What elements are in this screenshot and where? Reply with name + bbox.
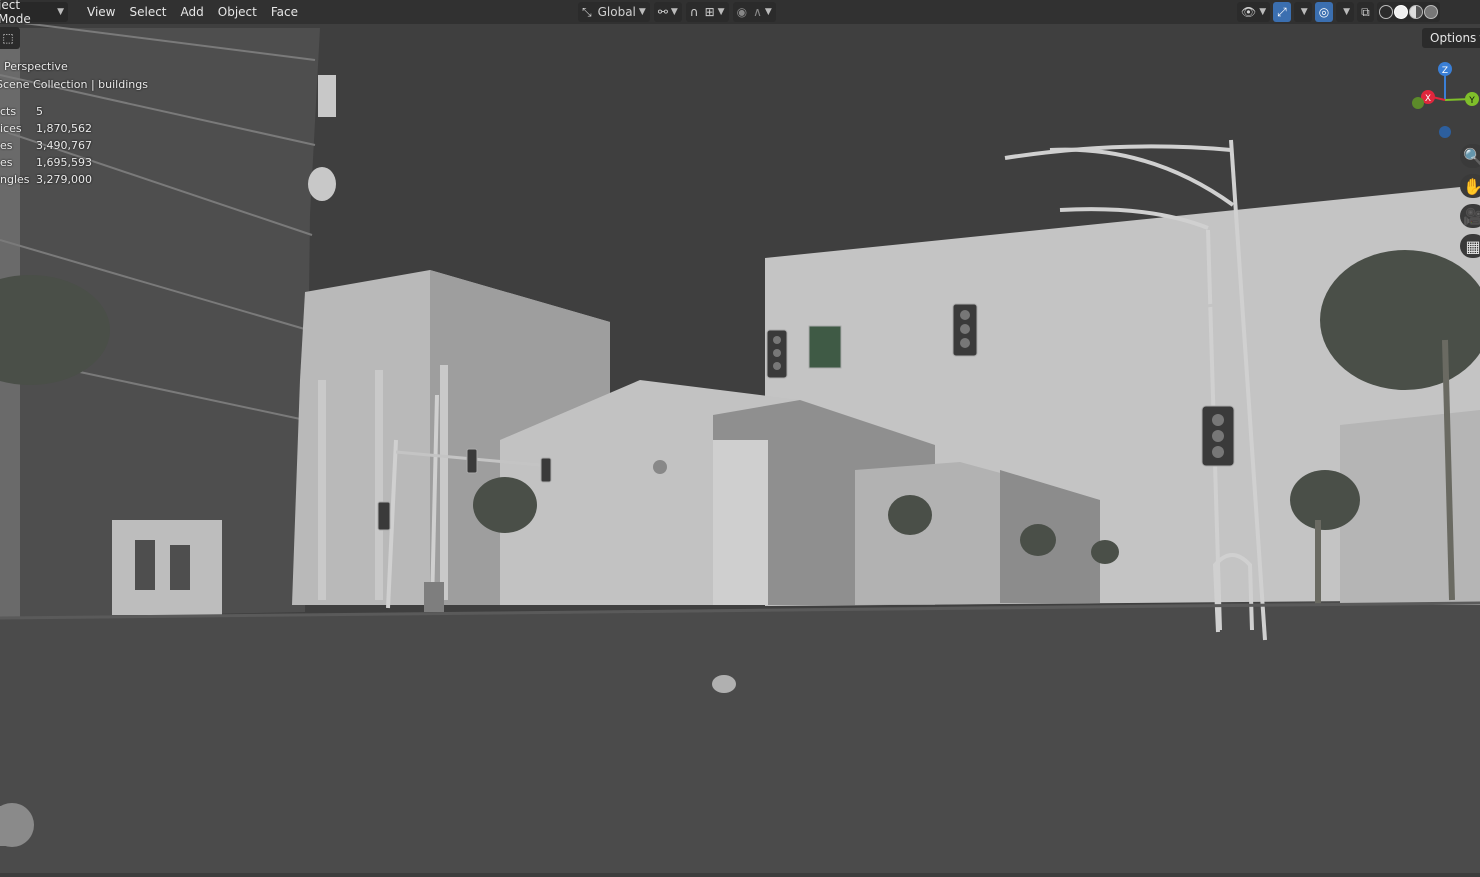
scene-render <box>0 0 1480 873</box>
stat-label: ngles <box>0 173 30 186</box>
stat-row-edges: es 3,490,767 <box>0 137 148 154</box>
overlay-icon: ◎ <box>1318 5 1330 19</box>
camera-icon: 🎥 <box>1463 206 1480 226</box>
chevron-down-icon: ▼ <box>638 7 646 17</box>
zoom-button[interactable]: 🔍 <box>1460 144 1480 168</box>
options-dropdown[interactable]: Options ▾ <box>1422 28 1480 48</box>
rendered-shading-icon[interactable] <box>1423 5 1438 19</box>
scene-statistics: cts 5 ices 1,870,562 es 3,490,767 es 1,6… <box>0 103 148 188</box>
gizmo-x-label: X <box>1425 94 1431 104</box>
overlay-toggle[interactable]: ◎ <box>1314 2 1334 22</box>
viewport-navigation: 🔍 ✋ 🎥 ▦ <box>1460 144 1480 258</box>
stat-row-vertices: ices 1,870,562 <box>0 120 148 137</box>
gizmo-y-label: Y <box>1468 96 1475 106</box>
select-box-icon: ⬚ <box>2 31 14 45</box>
material-preview-icon[interactable] <box>1408 5 1423 19</box>
zoom-icon: 🔍 <box>1463 146 1480 166</box>
select-box-tool[interactable]: ⬚ <box>0 27 20 49</box>
options-label: Options <box>1430 31 1477 45</box>
visibility-dropdown[interactable]: 👁 ▼ <box>1237 2 1271 22</box>
mode-dropdown[interactable]: ject Mode ▼ <box>0 0 68 26</box>
3d-viewport[interactable] <box>0 0 1480 873</box>
gizmo-toggle-icon: ⤢ <box>1277 4 1287 19</box>
chevron-down-icon: ▼ <box>1343 7 1351 17</box>
snap-target-icon: ⊞ <box>704 5 715 19</box>
pivot-icon: ⚯ <box>657 5 668 19</box>
transform-tools: ⤡ Global ▼ ⚯ ▼ ∩ ⊞ ▼ ◉ ∧ ▼ <box>578 2 776 22</box>
chevron-down-icon: ▼ <box>717 7 725 17</box>
menu-face[interactable]: Face <box>264 5 305 19</box>
visibility-icon: 👁 <box>1241 5 1257 19</box>
viewport-info-overlay: Perspective Scene Collection | buildings… <box>0 58 148 188</box>
chevron-down-icon: ▼ <box>1300 7 1308 17</box>
falloff-icon: ∧ <box>753 5 762 19</box>
mode-label: ject Mode <box>0 0 31 26</box>
snap-icon: ∩ <box>689 5 699 19</box>
stat-value: 5 <box>36 105 43 118</box>
stat-row-faces: es 1,695,593 <box>0 154 148 171</box>
menu-view[interactable]: View <box>80 5 122 19</box>
pan-button[interactable]: ✋ <box>1460 174 1480 198</box>
proportional-edit-toggle[interactable]: ◉ ∧ ▼ <box>732 2 776 22</box>
stat-label: cts <box>0 105 17 118</box>
xray-icon: ⧉ <box>1361 4 1370 19</box>
gizmo-neg-z-axis[interactable] <box>1439 126 1451 138</box>
menu-select[interactable]: Select <box>122 5 173 19</box>
chevron-down-icon: ▼ <box>670 7 678 17</box>
view-name: Perspective <box>4 60 68 73</box>
collection-name: Scene Collection | buildings <box>0 78 148 91</box>
transform-orientation-icon: ⤡ <box>582 4 592 19</box>
chevron-down-icon: ▼ <box>764 7 772 17</box>
ortho-toggle-button[interactable]: ▦ <box>1460 234 1480 258</box>
chevron-down-icon: ▼ <box>57 7 64 17</box>
stat-value: 1,695,593 <box>36 156 92 169</box>
gizmo-toggle[interactable]: ⤢ <box>1273 2 1291 22</box>
camera-view-button[interactable]: 🎥 <box>1460 204 1480 228</box>
stat-row-objects: cts 5 <box>0 103 148 120</box>
stat-value: 3,279,000 <box>36 173 92 186</box>
snap-toggle[interactable]: ∩ ⊞ ▼ <box>685 2 729 22</box>
navigation-gizmo[interactable]: Z Y X <box>1410 58 1480 138</box>
gizmo-dropdown[interactable]: ▼ <box>1293 2 1312 22</box>
viewport-display-tools: 👁 ▼ ⤢ ▼ ◎ ▼ ⧉ <box>1237 2 1440 22</box>
chevron-down-icon: ▼ <box>1259 7 1267 17</box>
menu-object[interactable]: Object <box>211 5 264 19</box>
gizmo-z-label: Z <box>1442 66 1448 76</box>
stat-label: ices <box>0 122 22 135</box>
shading-mode-group <box>1376 2 1440 22</box>
gizmo-neg-y-axis[interactable] <box>1412 97 1424 109</box>
proportional-edit-icon: ◉ <box>736 5 748 19</box>
stat-label: es <box>0 139 13 152</box>
header-menu: View Select Add Object Face <box>80 0 305 24</box>
transform-orientation-label: Global <box>597 5 636 19</box>
transform-orientation-dropdown[interactable]: ⤡ Global ▼ <box>578 2 650 22</box>
menu-add[interactable]: Add <box>174 5 211 19</box>
hand-icon: ✋ <box>1463 176 1480 196</box>
stat-value: 3,490,767 <box>36 139 92 152</box>
viewport-header: ject Mode ▼ View Select Add Object Face … <box>0 0 1480 26</box>
grid-icon: ▦ <box>1465 236 1480 256</box>
wireframe-shading-icon[interactable] <box>1378 5 1393 19</box>
overlay-dropdown[interactable]: ▼ <box>1336 2 1355 22</box>
xray-toggle[interactable]: ⧉ <box>1357 2 1374 22</box>
stat-row-triangles: ngles 3,279,000 <box>0 171 148 188</box>
stat-label: es <box>0 156 13 169</box>
stat-value: 1,870,562 <box>36 122 92 135</box>
pivot-point-dropdown[interactable]: ⚯ ▼ <box>653 2 682 22</box>
solid-shading-icon[interactable] <box>1393 5 1408 19</box>
